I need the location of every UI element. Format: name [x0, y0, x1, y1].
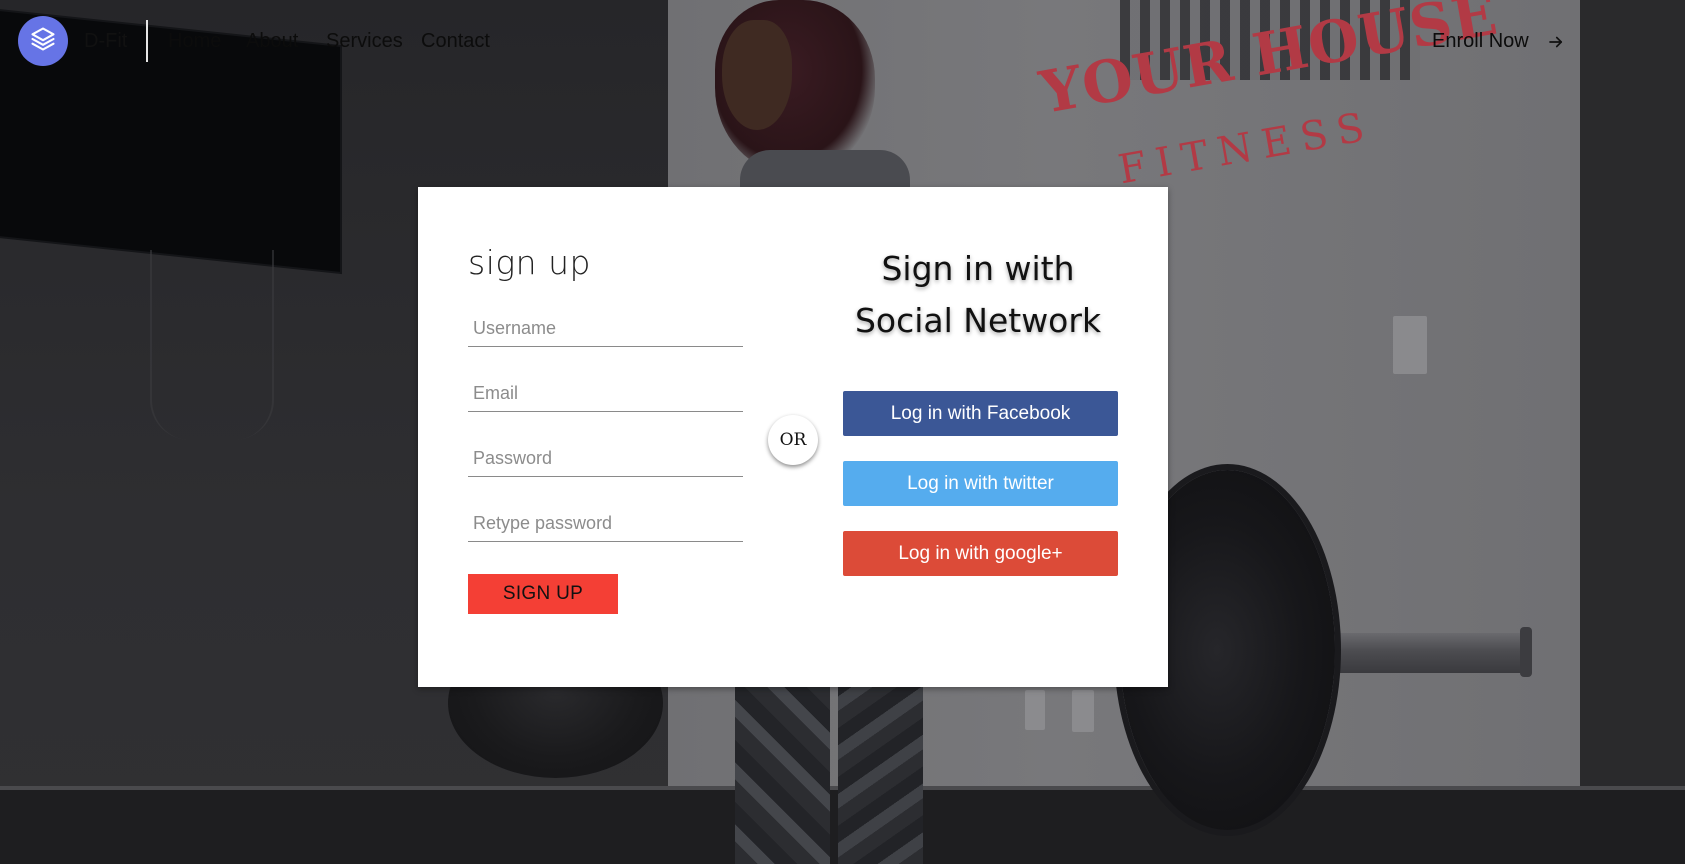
- brand-name[interactable]: D-Fit: [84, 30, 127, 53]
- social-signin-title: Sign in with Social Network: [838, 243, 1118, 347]
- social-title-line2: Social Network: [854, 301, 1102, 340]
- wall-outlet: [1072, 690, 1094, 732]
- navbar: D-Fit Home About Services Contact Enroll…: [0, 0, 1685, 86]
- nav-link-home[interactable]: Home: [168, 30, 221, 53]
- nav-divider: [146, 20, 148, 62]
- social-title-line1: Sign in with: [881, 249, 1075, 288]
- enroll-now-label: Enroll Now: [1432, 30, 1529, 52]
- signup-card: sign up SIGN UP OR Sign in with Social N…: [418, 187, 1168, 687]
- brand-logo[interactable]: [18, 16, 68, 66]
- wall-outlet: [1025, 690, 1045, 730]
- enroll-now-link[interactable]: Enroll Now: [1432, 30, 1565, 53]
- athlete-leg-left: [735, 686, 830, 864]
- page: YOUR HOUSE FITNESS D-Fit Home About Serv…: [0, 0, 1685, 864]
- nav-link-services[interactable]: Services: [326, 30, 403, 53]
- wall-edge: [1580, 0, 1685, 864]
- signup-button[interactable]: SIGN UP: [468, 574, 618, 614]
- password-input[interactable]: [468, 441, 743, 477]
- layers-icon: [29, 25, 57, 57]
- nav-link-about[interactable]: About: [246, 30, 298, 53]
- arrow-right-icon: [1547, 33, 1565, 51]
- facebook-login-button[interactable]: Log in with Facebook: [843, 391, 1118, 436]
- athlete-top: [740, 150, 910, 190]
- barbell-end: [1520, 627, 1532, 677]
- retype-password-input[interactable]: [468, 506, 743, 542]
- google-login-button[interactable]: Log in with google+: [843, 531, 1118, 576]
- twitter-login-button[interactable]: Log in with twitter: [843, 461, 1118, 506]
- athlete-leg-right: [838, 686, 923, 864]
- signup-title: sign up: [468, 243, 591, 282]
- nav-link-contact[interactable]: Contact: [421, 30, 490, 53]
- email-input[interactable]: [468, 376, 743, 412]
- tv-cable: [150, 250, 274, 440]
- light-switch: [1393, 316, 1427, 374]
- or-divider-badge: OR: [768, 415, 818, 465]
- username-input[interactable]: [468, 311, 743, 347]
